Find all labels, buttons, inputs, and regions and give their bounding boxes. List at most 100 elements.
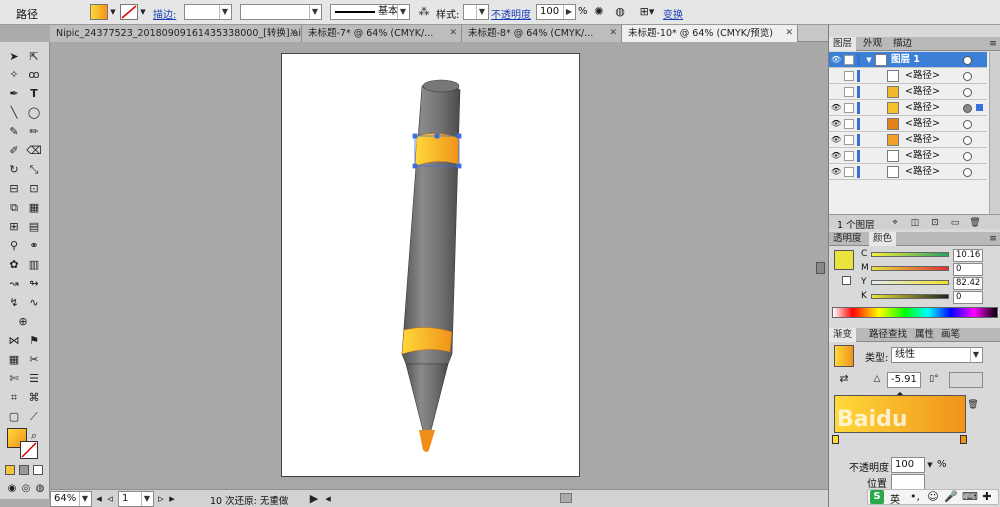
close-icon[interactable]: ✕ (785, 25, 793, 42)
type-tool-icon[interactable]: T (25, 85, 43, 102)
gradient-type-dropdown[interactable]: 线性 ▼ (891, 347, 983, 363)
stroke-color-swatch[interactable] (20, 441, 38, 459)
eye-icon[interactable]: 👁 (831, 119, 841, 129)
style-dropdown[interactable]: ▼ (463, 4, 489, 20)
lock-toggle[interactable] (844, 167, 854, 177)
eye-icon[interactable]: 👁 (831, 151, 841, 161)
slider-c-value[interactable]: 10.16 (953, 249, 983, 262)
new-sublayer-icon[interactable]: ⊡ (929, 215, 941, 231)
target-icon[interactable] (963, 120, 972, 129)
scissors-tool-icon[interactable]: ✄ (5, 370, 23, 387)
magic-wand-tool-icon[interactable]: ✧ (5, 66, 23, 83)
eye-icon[interactable]: 👁 (831, 103, 841, 113)
warp-tool-icon[interactable]: ↝ (5, 275, 23, 292)
lock-toggle[interactable] (844, 87, 854, 97)
tab-document-2[interactable]: 未标题-7* @ 64% (CMYK/... ✕ (302, 25, 462, 42)
stroke-weight-dropdown[interactable]: ▼ (184, 4, 232, 20)
stroke-mini-swatch[interactable] (842, 276, 851, 285)
color-spectrum-bar[interactable] (832, 307, 998, 318)
pencil-tip[interactable] (419, 430, 435, 452)
flag-tool-icon[interactable]: ⚑ (25, 332, 43, 349)
tab-color[interactable]: 颜色 (869, 232, 897, 246)
artboard[interactable] (281, 53, 580, 477)
grid-tool-icon[interactable]: ▦ (5, 351, 23, 368)
knife-tool-icon[interactable]: ✂ (25, 351, 43, 368)
symbol-sprayer-tool-icon[interactable]: ✿ (5, 256, 23, 273)
ime-keyboard-icon[interactable]: ⌨ (962, 489, 978, 505)
horizontal-scrollbar-thumb[interactable] (560, 493, 572, 503)
draw-inside-icon[interactable]: ◍ (31, 480, 49, 497)
gradient-opacity-input[interactable]: 100 (891, 457, 925, 473)
slider-m-value[interactable]: 0 (953, 263, 983, 276)
path-name[interactable]: <路径> (905, 148, 940, 164)
slider-y-track[interactable] (871, 280, 949, 285)
locate-object-icon[interactable]: ⌖ (889, 215, 901, 231)
eye-icon[interactable]: 👁 (831, 167, 841, 177)
layer-row-1[interactable]: 👁 ▼ 图层 1 (829, 52, 987, 68)
lock-toggle[interactable] (844, 71, 854, 81)
stroke-swatch[interactable] (120, 4, 138, 20)
path-row-7[interactable]: 👁 <路径> (829, 164, 987, 180)
canvas-area[interactable] (50, 42, 828, 489)
blend-tool-icon[interactable]: ⚭ (25, 237, 43, 254)
gradient-stop-right[interactable] (960, 435, 967, 444)
ime-tools-icon[interactable]: ✚ (980, 489, 994, 505)
path-name[interactable]: <路径> (905, 132, 940, 148)
pen-tool-icon[interactable]: ✒ (5, 85, 23, 102)
direct-selection-tool-icon[interactable]: ⇱ (25, 48, 43, 65)
tab-stroke[interactable]: 描边 (889, 37, 916, 51)
artboard-tool-icon[interactable]: ▢ (5, 408, 23, 425)
column-graph-tool-icon[interactable]: ▥ (25, 256, 43, 273)
path-name[interactable]: <路径> (905, 68, 940, 84)
path-name[interactable]: <路径> (905, 100, 940, 116)
lock-toggle[interactable] (844, 151, 854, 161)
scroll-left-icon[interactable]: ◂ (322, 491, 334, 507)
tab-pathfinder[interactable]: 路径查找 (865, 328, 911, 342)
panel-menu-icon[interactable]: ≡ (987, 231, 999, 247)
layer-name[interactable]: 图层 1 (891, 52, 920, 68)
last-artboard-icon[interactable]: ▸ (167, 491, 177, 507)
artboard-dropdown[interactable]: 1 ▼ (118, 491, 154, 507)
next-artboard-icon[interactable]: ▹ (156, 491, 166, 507)
none-mode-button[interactable] (33, 465, 43, 475)
symbol-icon[interactable]: ⁂ (416, 4, 432, 20)
paintbrush-tool-icon[interactable]: ✎ (5, 123, 23, 140)
close-icon[interactable]: ✕ (609, 25, 617, 42)
target-icon[interactable] (963, 136, 972, 145)
measure-tool-icon[interactable]: ⟋ (25, 408, 43, 425)
target-icon[interactable] (963, 72, 972, 81)
selection-tool-icon[interactable]: ➤ (5, 48, 23, 65)
tab-document-3[interactable]: 未标题-8* @ 64% (CMYK/... ✕ (462, 25, 622, 42)
isolate-icon[interactable]: ◍ (612, 4, 628, 20)
chevron-down-icon[interactable]: ▼ (138, 4, 148, 20)
clipping-mask-icon[interactable]: ◫ (909, 215, 921, 231)
tab-layers[interactable]: 图层 (829, 37, 857, 51)
scale-tool-icon[interactable]: ⤡ (25, 161, 43, 178)
pencil-body[interactable] (401, 79, 461, 365)
slice-tool-icon[interactable]: ⌗ (5, 389, 23, 406)
chevron-down-icon[interactable]: ▼ (108, 4, 118, 20)
first-artboard-icon[interactable]: ◂ (94, 491, 104, 507)
target-icon[interactable] (963, 88, 972, 97)
path-row-4[interactable]: 👁 <路径> (829, 116, 987, 132)
shape-builder-tool-icon[interactable]: ⧉ (5, 199, 23, 216)
current-color-swatch[interactable] (834, 250, 854, 270)
target-tool-icon[interactable]: ⊕ (14, 313, 32, 330)
layers-scrollbar[interactable] (989, 52, 1000, 214)
twirl-tool-icon[interactable]: ↬ (25, 275, 43, 292)
slider-m-track[interactable] (871, 266, 949, 271)
path-name[interactable]: <路径> (905, 164, 940, 180)
slider-y-value[interactable]: 82.42 (953, 277, 983, 290)
lock-toggle[interactable] (844, 103, 854, 113)
slice-select-tool-icon[interactable]: ⌘ (25, 389, 43, 406)
ime-logo-icon[interactable]: S (870, 490, 884, 504)
reshape-tool-icon[interactable]: ↯ (5, 294, 23, 311)
slider-k-track[interactable] (871, 294, 949, 299)
width-tool-icon[interactable]: ⊟ (5, 180, 23, 197)
aspect-ratio-input[interactable] (949, 372, 983, 388)
slider-k-value[interactable]: 0 (953, 291, 983, 304)
line-tool-icon[interactable]: ╲ (5, 104, 23, 121)
tab-attributes[interactable]: 属性 (911, 328, 938, 342)
target-icon[interactable] (963, 56, 972, 65)
chevron-down-icon[interactable]: ▼ (865, 52, 873, 68)
